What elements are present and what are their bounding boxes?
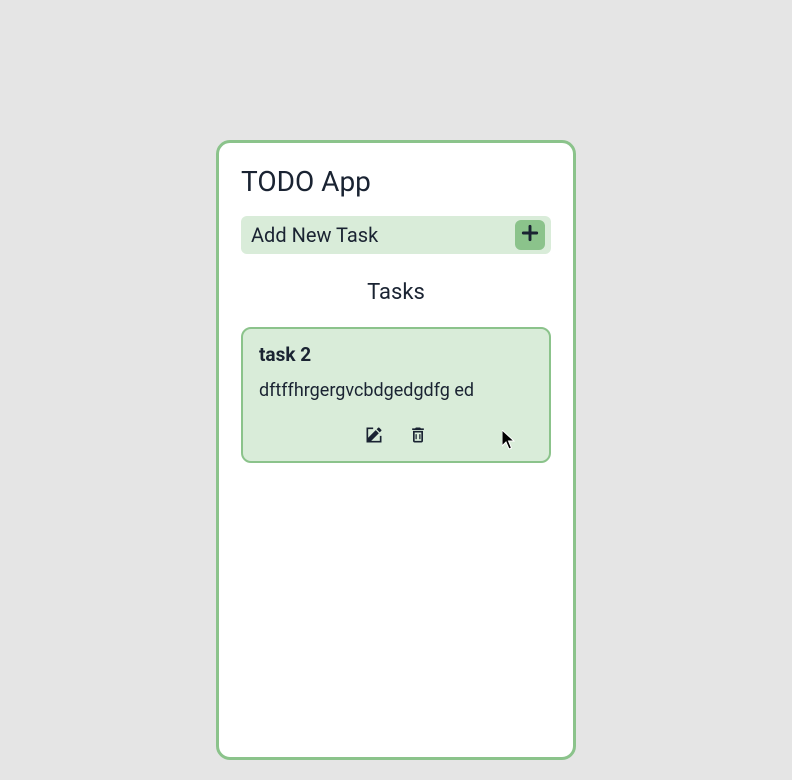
tasks-heading: Tasks — [241, 280, 551, 305]
task-description: dftffhrgergvcbdgedgdfg ed — [259, 380, 533, 401]
add-task-button[interactable] — [515, 220, 545, 250]
trash-icon — [408, 425, 428, 449]
app-title: TODO App — [241, 165, 551, 198]
edit-icon — [364, 425, 384, 449]
task-title: task 2 — [259, 343, 533, 366]
plus-icon — [520, 223, 540, 247]
app-container: TODO App Add New Task Tasks task 2 dftff… — [216, 140, 576, 760]
edit-task-button[interactable] — [364, 425, 384, 449]
task-actions — [259, 425, 533, 449]
delete-task-button[interactable] — [408, 425, 428, 449]
add-task-bar[interactable]: Add New Task — [241, 216, 551, 254]
task-card: task 2 dftffhrgergvcbdgedgdfg ed — [241, 327, 551, 463]
add-task-label: Add New Task — [251, 223, 378, 247]
